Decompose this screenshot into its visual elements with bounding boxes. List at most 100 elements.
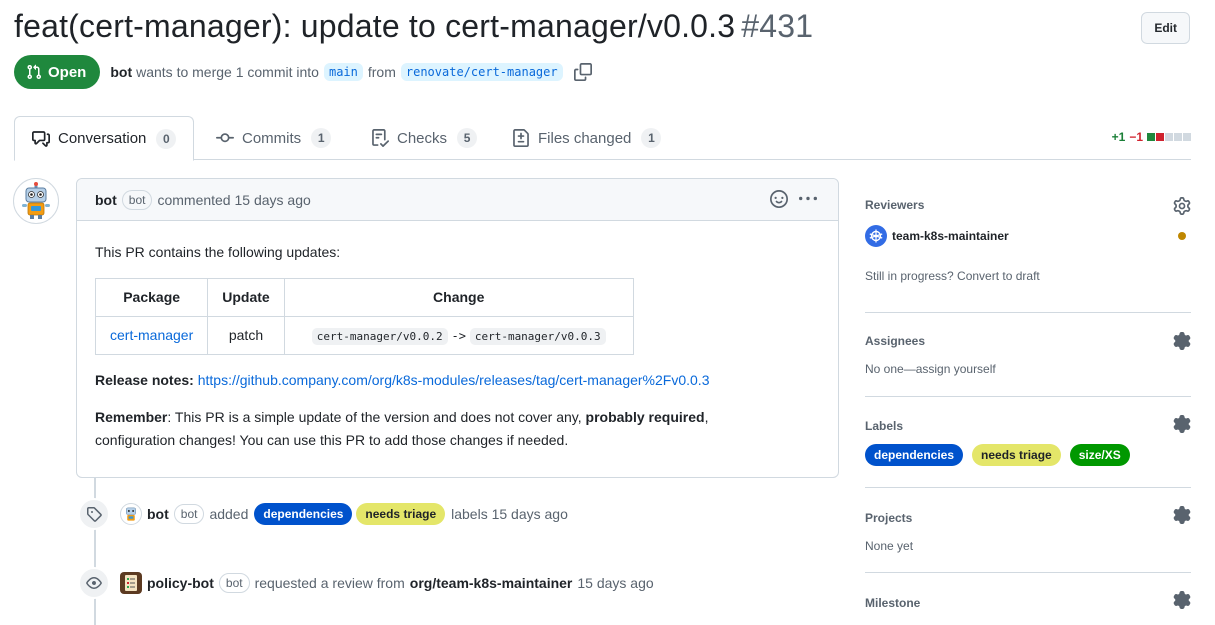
pr-title-text: feat(cert-manager): update to cert-manag… bbox=[14, 7, 736, 44]
pr-header: feat(cert-manager): update to cert-manag… bbox=[14, 4, 1194, 48]
release-notes-label: Release notes: bbox=[95, 372, 194, 389]
change-arrow: -> bbox=[451, 329, 466, 344]
tab-commits[interactable]: Commits 1 bbox=[216, 116, 332, 160]
from-text: from bbox=[367, 64, 396, 80]
tab-files-changed[interactable]: Files changed 1 bbox=[512, 116, 662, 160]
smiley-icon[interactable] bbox=[770, 190, 788, 208]
diffstat-box-neutral bbox=[1165, 133, 1173, 141]
from-version: cert-manager/v0.0.2 bbox=[311, 328, 448, 346]
tab-commits-count: 1 bbox=[311, 128, 332, 148]
projects-text: None yet bbox=[865, 539, 914, 553]
avatar[interactable] bbox=[120, 572, 142, 594]
pr-author[interactable]: bot bbox=[110, 64, 132, 80]
reviewer-item[interactable]: team-k8s-maintainer bbox=[865, 225, 1009, 247]
gear-icon[interactable] bbox=[1173, 197, 1191, 215]
file-diff-icon bbox=[513, 129, 529, 147]
git-pull-request-icon bbox=[27, 64, 42, 80]
sidebar-milestone: Milestone bbox=[865, 573, 1191, 625]
bot-badge: bot bbox=[173, 504, 205, 524]
event-actor[interactable]: bot bbox=[147, 506, 169, 522]
diffstat-deletions: −1 bbox=[1129, 130, 1143, 144]
label-needs-triage[interactable]: needs triage bbox=[356, 503, 446, 525]
projects-title[interactable]: Projects bbox=[865, 511, 912, 525]
sidebar-reviewers: Reviewers team-k8s-maintainer Still in p… bbox=[865, 178, 1191, 313]
reviewers-title[interactable]: Reviewers bbox=[865, 198, 924, 212]
avatar[interactable] bbox=[13, 178, 59, 224]
copy-icon[interactable] bbox=[573, 63, 592, 81]
tab-files-changed-count: 1 bbox=[641, 128, 662, 148]
timeline-tag-badge bbox=[78, 498, 110, 530]
assignees-title[interactable]: Assignees bbox=[865, 334, 925, 348]
tab-conversation-label: Conversation bbox=[58, 130, 147, 147]
reviewer-name: team-k8s-maintainer bbox=[892, 229, 1009, 243]
head-branch[interactable]: renovate/cert-manager bbox=[400, 63, 563, 81]
comment-body: This PR contains the following updates: … bbox=[77, 221, 838, 472]
tab-files-changed-label: Files changed bbox=[538, 129, 632, 147]
label-dependencies[interactable]: dependencies bbox=[865, 444, 964, 466]
release-notes-link[interactable]: https://github.company.com/org/k8s-modul… bbox=[198, 372, 710, 388]
diffstat: +1 −1 bbox=[1112, 130, 1191, 144]
label-dependencies[interactable]: dependencies bbox=[254, 503, 353, 525]
comment-box: bot bot commented 15 days ago This PR co… bbox=[76, 178, 839, 478]
event-suffix: 15 days ago bbox=[577, 575, 654, 591]
table-cell: cert-manager bbox=[94, 316, 209, 356]
review-pending-dot bbox=[1178, 232, 1186, 240]
event-actor[interactable]: policy-bot bbox=[147, 575, 214, 591]
diffstat-box-del bbox=[1156, 133, 1164, 141]
event-action: requested a review from bbox=[254, 575, 405, 591]
tag-icon bbox=[87, 507, 102, 522]
event-target[interactable]: org/team-k8s-maintainer bbox=[410, 575, 573, 591]
kubernetes-icon bbox=[865, 225, 887, 247]
event-suffix: labels 15 days ago bbox=[451, 506, 568, 522]
table-header: Package bbox=[94, 278, 209, 318]
tab-conversation[interactable]: Conversation 0 bbox=[14, 116, 195, 161]
convert-to-draft-link[interactable]: Still in progress? Convert to draft bbox=[865, 269, 1040, 283]
event-action: added bbox=[209, 506, 249, 522]
comment-author[interactable]: bot bbox=[95, 192, 117, 208]
label-needs-triage[interactable]: needs triage bbox=[972, 444, 1061, 466]
label-size-xs[interactable]: size/XS bbox=[1069, 444, 1130, 466]
comment-timestamp[interactable]: commented 15 days ago bbox=[157, 192, 310, 208]
sidebar-assignees: Assignees No one—assign yourself bbox=[865, 313, 1191, 397]
tab-checks[interactable]: Checks 5 bbox=[371, 116, 478, 160]
edit-button[interactable]: Edit bbox=[1141, 12, 1190, 44]
pr-number: #431 bbox=[741, 7, 814, 44]
milestone-title[interactable]: Milestone bbox=[865, 596, 920, 610]
timeline-event-labeled: bot bot added dependencies needs triage … bbox=[120, 502, 568, 526]
sidebar-projects: Projects None yet bbox=[865, 488, 1191, 573]
package-link[interactable]: cert-manager bbox=[110, 327, 193, 343]
table-header: Change bbox=[283, 278, 634, 318]
bot-badge: bot bbox=[218, 573, 250, 593]
state-label: Open bbox=[48, 63, 87, 81]
diffstat-additions: +1 bbox=[1111, 130, 1126, 144]
comment-actions bbox=[770, 190, 818, 208]
sidebar-labels: Labels dependencies needs triage size/XS bbox=[865, 397, 1191, 488]
labels-list: dependencies needs triage size/XS bbox=[865, 444, 1134, 466]
pr-tabs: Conversation 0 Commits 1 Checks 5 Files … bbox=[14, 116, 1191, 161]
bot-badge: bot bbox=[121, 189, 153, 210]
git-commit-icon bbox=[216, 133, 234, 143]
state-badge: Open bbox=[14, 55, 101, 89]
labels-title[interactable]: Labels bbox=[865, 419, 903, 433]
to-version: cert-manager/v0.0.3 bbox=[469, 328, 606, 346]
kebab-horizontal-icon[interactable] bbox=[798, 190, 818, 208]
gear-icon[interactable] bbox=[1173, 591, 1191, 609]
remember-text: , bbox=[704, 409, 709, 426]
robot-icon bbox=[22, 182, 50, 219]
avatar[interactable] bbox=[120, 503, 142, 525]
pr-meta: Open bot wants to merge 1 commit into ma… bbox=[14, 54, 592, 90]
base-branch[interactable]: main bbox=[323, 63, 363, 81]
assignees-text[interactable]: No one—assign yourself bbox=[865, 362, 996, 376]
table-cell: patch bbox=[207, 316, 285, 356]
timeline-event-review-requested: policy-bot bot requested a review from o… bbox=[120, 571, 654, 595]
remember-label: Remember bbox=[95, 409, 168, 426]
comment-header: bot bot commented 15 days ago bbox=[77, 179, 838, 221]
tab-commits-label: Commits bbox=[242, 129, 302, 147]
remember-text: configuration changes! You can use this … bbox=[95, 432, 569, 449]
checklist-icon bbox=[125, 575, 137, 591]
remember-note: Remember: This PR is a simple update of … bbox=[95, 406, 820, 452]
gear-icon[interactable] bbox=[1173, 415, 1191, 433]
table-cell: cert-manager/v0.0.2 -> cert-manager/v0.0… bbox=[283, 316, 634, 356]
gear-icon[interactable] bbox=[1173, 506, 1191, 524]
gear-icon[interactable] bbox=[1173, 332, 1191, 350]
